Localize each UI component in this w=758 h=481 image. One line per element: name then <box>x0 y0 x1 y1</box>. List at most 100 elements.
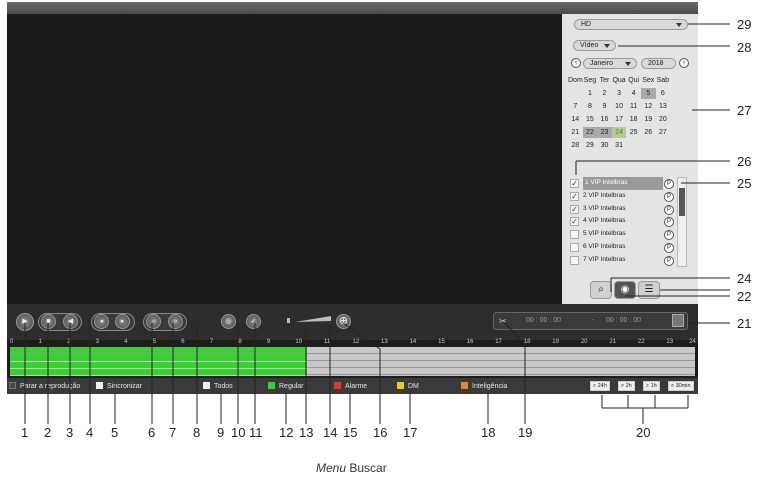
volume-slider[interactable] <box>287 314 332 326</box>
channel-playback-icon[interactable]: P <box>664 204 674 215</box>
calendar-day[interactable]: 15 <box>583 114 598 125</box>
calendar-day[interactable]: 28 <box>568 140 583 151</box>
month-select[interactable]: Janeiro <box>583 58 637 69</box>
play-button[interactable]: ▶ <box>16 313 34 331</box>
timeline-hour-label: 18 <box>523 339 531 345</box>
intel-option[interactable]: Inteligência <box>461 382 507 391</box>
end-time-field[interactable]: 00 : 00 : 00 <box>606 313 641 329</box>
md-option[interactable]: DM <box>397 382 419 391</box>
channel-checkbox[interactable] <box>570 242 579 252</box>
calendar-day[interactable]: 27 <box>656 127 671 138</box>
fast-button[interactable]: » <box>168 314 183 329</box>
recording-segment[interactable] <box>10 347 227 354</box>
calendar-day[interactable]: 14 <box>568 114 583 125</box>
channel-item[interactable]: 5 VIP Intelbras P <box>569 228 689 241</box>
previous-frame-button[interactable]: ◂ <box>94 314 109 329</box>
calendar-day[interactable]: 11 <box>626 101 641 112</box>
calendar-day[interactable]: 8 <box>583 101 598 112</box>
slow-button[interactable]: ◃ <box>146 314 161 329</box>
calendar-day[interactable]: 20 <box>656 114 671 125</box>
scrollbar-thumb[interactable] <box>679 188 685 216</box>
all-option[interactable]: Todos <box>203 382 233 391</box>
save-icon[interactable] <box>672 314 684 327</box>
prev-month-button[interactable]: ‹ <box>571 58 581 68</box>
channel-checkbox[interactable]: ✓ <box>570 179 579 188</box>
channel-item[interactable]: ✓ 3 VIP Intelbras P <box>569 203 689 216</box>
snapshot-icon[interactable]: ✓ <box>246 314 261 329</box>
channel-item[interactable]: ✓ 2 VIP Intelbras P <box>569 190 689 203</box>
calendar-day[interactable]: 19 <box>641 114 656 125</box>
quality-select-value: HD <box>581 21 592 28</box>
channel-playback-icon[interactable]: P <box>664 255 674 266</box>
list-view-icon[interactable]: ☰ <box>638 281 660 299</box>
stop-button[interactable]: ■ <box>41 314 56 329</box>
zoom-1h-button[interactable]: ⌕ 1h <box>643 381 660 391</box>
cut-clip-icon[interactable]: ✂ <box>499 313 507 329</box>
calendar-day[interactable]: 25 <box>626 127 641 138</box>
calendar-day[interactable]: 1 <box>583 88 598 99</box>
calendar-day[interactable]: 7 <box>568 101 583 112</box>
regular-option[interactable]: Regular <box>268 382 304 391</box>
next-month-button[interactable]: › <box>679 58 689 68</box>
calendar-day[interactable]: 31 <box>612 140 627 151</box>
calendar-day[interactable]: 30 <box>597 140 612 151</box>
zoom-2h-button[interactable]: ⌕ 2h <box>618 381 635 391</box>
calendar-day[interactable]: 3 <box>612 88 627 99</box>
sound-icon[interactable]: ◎ <box>221 314 236 329</box>
channel-playback-icon[interactable]: P <box>664 230 674 241</box>
channel-item[interactable]: ✓ 1 VIP Intelbras P <box>569 177 689 190</box>
calendar-day[interactable]: 12 <box>641 101 656 112</box>
alarm-option[interactable]: Alarme <box>334 382 367 391</box>
channel-item[interactable]: 7 VIP Intelbras P <box>569 254 689 267</box>
year-select[interactable]: 2018 <box>641 58 676 69</box>
calendar-day[interactable]: 26 <box>641 127 656 138</box>
calendar-day[interactable]: 4 <box>626 88 641 99</box>
calendar-day[interactable]: 17 <box>612 114 627 125</box>
recording-segment[interactable] <box>227 347 307 354</box>
calendar-day[interactable]: 9 <box>597 101 612 112</box>
calendar-day[interactable]: 16 <box>597 114 612 125</box>
calendar-day[interactable]: 13 <box>656 101 671 112</box>
recording-segment[interactable] <box>227 361 307 368</box>
recording-segment[interactable] <box>10 361 227 368</box>
camera-mode-icon[interactable]: ◉ <box>614 281 636 299</box>
recording-segment[interactable] <box>10 368 227 376</box>
stop-playback-option[interactable]: Parar a reprodução <box>9 382 80 391</box>
channel-checkbox[interactable]: ✓ <box>570 217 579 227</box>
smart-search-icon[interactable]: ⌕ <box>590 281 612 299</box>
calendar-day[interactable]: 5 <box>640 88 656 99</box>
channel-playback-icon[interactable]: P <box>664 217 674 228</box>
sync-option[interactable]: Sincronizar <box>96 382 142 391</box>
channel-scrollbar[interactable] <box>677 177 687 267</box>
quality-select[interactable]: HD <box>574 19 688 30</box>
channel-playback-icon[interactable]: P <box>664 242 674 253</box>
type-select[interactable]: Vídeo <box>573 40 616 51</box>
recording-segment[interactable] <box>227 354 307 361</box>
zoom-30min-button[interactable]: ⌕ 30min <box>668 381 694 391</box>
start-time-field[interactable]: 00 : 00 : 00 <box>526 313 561 329</box>
channel-checkbox[interactable] <box>570 230 579 240</box>
calendar-day[interactable]: 18 <box>626 114 641 125</box>
calendar-day[interactable]: 29 <box>583 140 598 151</box>
video-display[interactable] <box>7 14 562 304</box>
next-frame-button[interactable]: ▸ <box>115 314 130 329</box>
calendar-day[interactable]: 23 <box>597 127 612 138</box>
calendar-day[interactable]: 6 <box>656 88 671 99</box>
channel-checkbox[interactable]: ✓ <box>570 204 579 214</box>
timeline-tracks[interactable] <box>10 347 695 376</box>
calendar-day[interactable]: 21 <box>568 127 583 138</box>
channel-checkbox[interactable]: ✓ <box>570 191 579 201</box>
channel-item[interactable]: ✓ 4 VIP Intelbras P <box>569 215 689 228</box>
calendar-day[interactable]: 10 <box>612 101 627 112</box>
play-backward-button[interactable]: ◀ <box>63 314 78 329</box>
recording-segment[interactable] <box>227 368 307 376</box>
channel-item[interactable]: 6 VIP Intelbras P <box>569 241 689 254</box>
channel-checkbox[interactable] <box>570 255 579 265</box>
zoom-24h-button[interactable]: ⌕ 24h <box>590 381 610 391</box>
channel-playback-icon[interactable]: P <box>664 191 674 202</box>
zoom-in-icon[interactable]: ⊕ <box>336 314 351 329</box>
channel-playback-icon[interactable]: P <box>664 179 674 189</box>
calendar-day[interactable]: 2 <box>597 88 612 99</box>
calendar-day[interactable]: 22 <box>582 127 598 138</box>
calendar-day[interactable]: 24 <box>611 127 627 138</box>
